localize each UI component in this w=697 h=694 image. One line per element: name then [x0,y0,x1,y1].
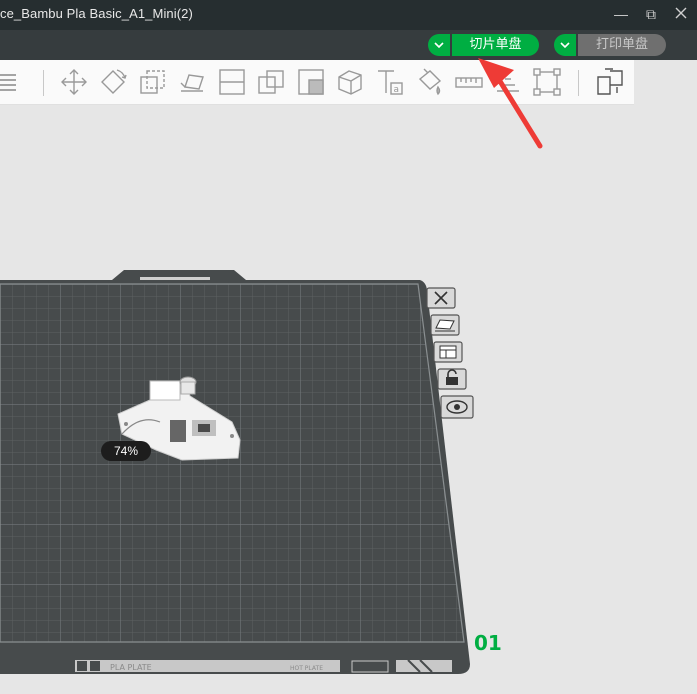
support-paint-icon[interactable] [296,67,326,97]
scale-icon[interactable] [138,67,168,97]
split-parts-icon[interactable] [595,67,625,97]
minimize-button[interactable]: — [612,5,630,23]
3d-viewport[interactable]: PLA PLATE HOT PLATE [0,104,697,689]
restore-button[interactable]: ⧉ [642,5,660,23]
color-paint-icon[interactable] [414,67,444,97]
menu-lines-icon[interactable] [0,67,24,97]
text-icon[interactable]: a [375,67,405,97]
boolean-icon[interactable] [256,67,286,97]
close-window-button[interactable] [672,5,690,23]
visibility-icon[interactable] [440,395,474,419]
chevron-down-icon [560,42,570,49]
toolbar-separator [578,70,579,96]
window-title: ce_Bambu Pla Basic_A1_Mini(2) [0,6,193,21]
plate-number: 01 [474,631,502,655]
plate-label-right: HOT PLATE [290,665,323,672]
close-plate-icon[interactable] [426,287,456,309]
plate-settings-icon[interactable] [433,341,463,363]
rotate-icon[interactable] [98,67,128,97]
close-icon [675,7,687,19]
build-plate: PLA PLATE HOT PLATE [0,270,470,674]
print-plate-button[interactable]: 打印单盘 [578,34,666,56]
annotation-arrow-icon [478,58,543,149]
lay-on-face-icon[interactable] [177,67,207,97]
cut-icon[interactable] [217,67,247,97]
lock-icon[interactable] [437,368,467,390]
title-bar: ce_Bambu Pla Basic_A1_Mini(2) — ⧉ [0,0,697,30]
toolbar-separator [43,70,44,96]
plate-label-left: PLA PLATE [110,663,152,672]
chevron-down-icon [434,42,444,49]
seam-paint-icon[interactable] [335,67,365,97]
svg-text:a: a [394,85,400,95]
auto-arrange-icon[interactable] [430,314,460,336]
slice-dropdown-button[interactable] [428,34,450,56]
model-progress-badge: 74% [101,441,151,461]
move-icon[interactable] [59,67,89,97]
